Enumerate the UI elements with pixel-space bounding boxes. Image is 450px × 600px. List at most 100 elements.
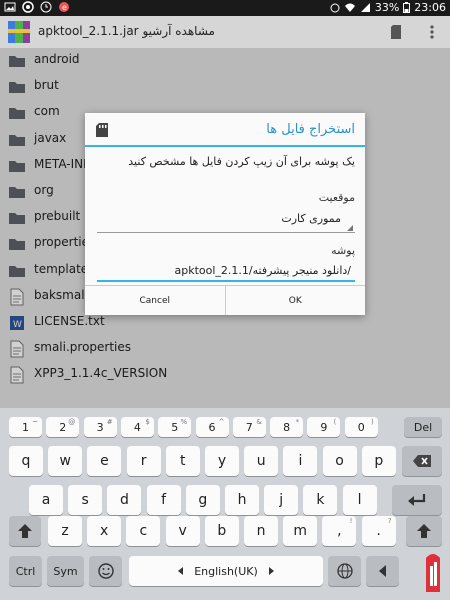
key-4[interactable]: 4 $ [120, 417, 154, 437]
key-label: v [178, 523, 187, 539]
key-label: l [357, 492, 362, 508]
image-notification-icon [4, 2, 16, 12]
key-b[interactable]: b [204, 516, 239, 546]
key-alt-label: % [180, 418, 188, 426]
emoji-key[interactable] [89, 556, 122, 586]
key-s[interactable]: s [68, 485, 103, 515]
key-2[interactable]: 2 @ [46, 417, 80, 437]
key-label: 4 [133, 420, 141, 434]
language-prev-icon [178, 567, 183, 575]
app-notification-icon: e [59, 2, 69, 12]
sd-card-icon [96, 123, 108, 137]
shift-key-left[interactable] [9, 516, 41, 546]
key-d[interactable]: d [107, 485, 142, 515]
key-alt-label: ? [387, 517, 392, 525]
wifi-icon [344, 3, 355, 12]
key-k[interactable]: k [303, 485, 338, 515]
key-label: . [376, 523, 381, 539]
key-label: 0 [357, 420, 365, 434]
action-bar: مشاهده آرشیو apktool_2.1.1.jar [0, 16, 450, 48]
key-l[interactable]: l [342, 485, 377, 515]
key-7[interactable]: 7 & [232, 417, 266, 437]
key-label: k [316, 492, 325, 508]
key-j[interactable]: j [264, 485, 299, 515]
del-key[interactable]: Del [404, 417, 442, 437]
key-alt-label: $ [145, 418, 150, 426]
key-label: Sym [53, 564, 78, 578]
key-label: , [337, 523, 342, 539]
key-label: t [180, 453, 186, 469]
overflow-menu-button[interactable] [422, 22, 442, 42]
sym-key[interactable]: Sym [47, 556, 84, 586]
key-label: h [237, 492, 247, 508]
ctrl-key[interactable]: Ctrl [9, 556, 42, 586]
key-8[interactable]: 8 * [270, 417, 304, 437]
system-status: 33% 23:06 [330, 1, 446, 14]
key-o[interactable]: o [322, 446, 357, 476]
cursor-left-key[interactable] [366, 556, 399, 586]
emoji-icon [97, 563, 114, 579]
key-u[interactable]: u [244, 446, 279, 476]
key-label: Del [413, 420, 433, 434]
key-alt-label: ~ [32, 418, 38, 426]
key-label: z [61, 523, 69, 539]
key-f[interactable]: f [146, 485, 181, 515]
key-0[interactable]: 0) [344, 417, 378, 437]
key-z[interactable]: z [48, 516, 82, 546]
ok-button[interactable]: OK [224, 286, 366, 315]
key-t[interactable]: t [165, 446, 200, 476]
key-label: f [161, 492, 167, 508]
cancel-button[interactable]: Cancel [85, 286, 225, 315]
globe-icon [336, 563, 353, 579]
period-key[interactable]: .? [361, 516, 396, 546]
key-label: a [41, 492, 51, 508]
battery-percent: 33% [374, 1, 400, 14]
key-label: b [217, 523, 227, 539]
location-label: موقعیت [318, 191, 355, 204]
key-n[interactable]: n [244, 516, 278, 546]
key-e[interactable]: e [87, 446, 122, 476]
space-key[interactable]: English(UK) [129, 556, 323, 586]
key-w[interactable]: w [48, 446, 83, 476]
key-r[interactable]: r [126, 446, 161, 476]
key-3[interactable]: 3 # [83, 417, 117, 437]
key-c[interactable]: c [126, 516, 161, 546]
sd-card-button[interactable] [386, 22, 406, 42]
key-label: 3 [96, 420, 104, 434]
key-v[interactable]: v [165, 516, 200, 546]
key-1[interactable]: 1 ~ [9, 417, 42, 437]
key-i[interactable]: i [283, 446, 318, 476]
shift-icon [18, 524, 32, 538]
key-label: 5 [171, 420, 179, 434]
key-p[interactable]: p [361, 446, 396, 476]
key-6[interactable]: 6 ^ [195, 417, 229, 437]
key-label: u [256, 453, 266, 469]
key-label: q [21, 453, 31, 469]
key-m[interactable]: m [283, 516, 318, 546]
comma-key[interactable]: ,! [322, 516, 357, 546]
folder-path-input[interactable] [97, 260, 355, 282]
key-alt-label: ( [333, 418, 337, 426]
enter-icon [408, 494, 426, 506]
location-dropdown[interactable]: مموری کارت [97, 207, 355, 233]
key-label: x [100, 523, 109, 539]
key-label: y [217, 453, 227, 469]
folder-label: پوشه [331, 244, 355, 257]
clock-notification-icon [40, 1, 52, 13]
backspace-key[interactable] [402, 446, 442, 476]
language-key[interactable] [328, 556, 361, 586]
key-label: c [139, 523, 148, 539]
key-5[interactable]: 5% [158, 417, 192, 437]
key-x[interactable]: x [87, 516, 122, 546]
key-h[interactable]: h [225, 485, 259, 515]
key-y[interactable]: y [205, 446, 239, 476]
key-g[interactable]: g [185, 485, 220, 515]
key-label: w [59, 453, 71, 469]
enter-key[interactable] [392, 485, 442, 515]
key-q[interactable]: q [9, 446, 43, 476]
shift-key-right[interactable] [406, 516, 442, 546]
key-9[interactable]: 9( [307, 417, 341, 437]
key-label: s [81, 492, 89, 508]
key-a[interactable]: a [29, 485, 63, 515]
key-alt-label: & [256, 418, 262, 426]
